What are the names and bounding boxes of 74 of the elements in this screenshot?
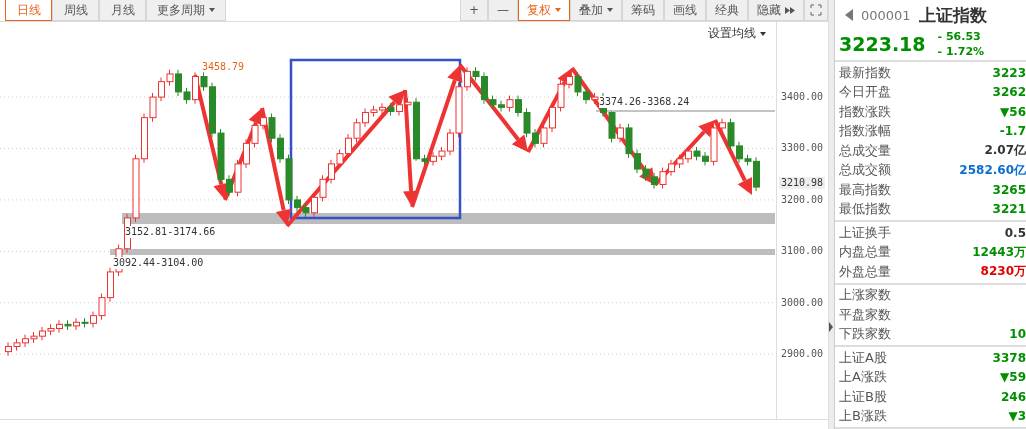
ma-settings-button[interactable]: 设置均线 — [708, 25, 766, 42]
quote-value: 2.07亿 — [984, 142, 1026, 160]
quote-value: 3265 — [992, 182, 1026, 197]
quote-label: 最新指数 — [839, 63, 891, 82]
quote-label: 下跌家数 — [839, 325, 891, 344]
quote-label: 指数涨跌 — [839, 102, 891, 121]
quote-label: 上A涨跌 — [839, 368, 887, 387]
quote-value: 3221 — [992, 202, 1026, 217]
quote-value: 12443万 — [972, 243, 1026, 261]
stock-code: 000001 — [861, 7, 911, 23]
toolbar-button[interactable]: + — [459, 0, 488, 21]
quote-value: 246 — [1000, 389, 1026, 404]
index-name: 上证指数 — [918, 3, 987, 27]
price-axis-label: 3400.00 — [781, 90, 824, 104]
quote-value: 3223 — [992, 65, 1026, 80]
quote-label: 总成交量 — [839, 141, 891, 160]
caret-icon — [607, 8, 613, 12]
toolbar-button[interactable]: 隐藏 — [748, 0, 804, 21]
period-tab[interactable]: 更多周期 — [146, 0, 226, 21]
toolbar-button[interactable]: 复权 — [518, 0, 570, 21]
quote-label: 最高指数 — [839, 180, 891, 199]
back-arrow-icon[interactable] — [845, 9, 853, 21]
price-range-label: 3092.44-3104.00 — [113, 257, 204, 270]
quote-value: ▼59 — [1000, 370, 1026, 385]
quote-value: 0.5 — [1004, 225, 1026, 240]
quote-value: ▼56 — [1000, 104, 1026, 119]
quote-label: 内盘总量 — [839, 243, 891, 262]
quote-label: 上涨家数 — [839, 286, 891, 305]
caret-icon — [555, 8, 561, 12]
candlestick — [73, 317, 80, 331]
high-price-label: 3458.79 — [202, 60, 245, 72]
caret-icon — [760, 31, 766, 36]
price-axis-label: 2900.00 — [781, 347, 824, 361]
price-axis-label: 3000.00 — [781, 295, 824, 309]
quote-label: 指数涨幅 — [839, 122, 891, 141]
quote-label: 上证换手 — [839, 223, 891, 242]
price-axis-label: 3200.00 — [781, 192, 824, 206]
quote-label: 今日开盘 — [839, 83, 891, 102]
price-change: - 56.53 — [937, 29, 982, 44]
caret-icon — [209, 8, 215, 12]
candlestick — [617, 123, 624, 143]
period-tab[interactable]: 周线 — [52, 0, 99, 21]
quote-label: 最低指数 — [839, 200, 891, 219]
quote-value: 10 — [1009, 327, 1026, 342]
quote-label: 上证B股 — [839, 387, 887, 406]
collapse-handle-icon[interactable] — [829, 322, 833, 332]
period-tab[interactable]: 月线 — [99, 0, 146, 21]
quote-label: 上B涨跌 — [839, 407, 887, 426]
toolbar-button[interactable]: — — [488, 0, 518, 21]
toolbar-button[interactable]: 叠加 — [570, 0, 622, 21]
quote-value: 3262 — [992, 85, 1026, 100]
quote-value: -1.7 — [999, 124, 1026, 139]
quote-label: 外盘总量 — [839, 262, 891, 281]
quote-value: 8230万 — [980, 263, 1026, 281]
current-price: 3223.18 — [839, 33, 926, 55]
fullscreen-icon — [810, 4, 822, 16]
quote-value: ▼3 — [1008, 409, 1026, 424]
quote-label: 上证A股 — [839, 348, 887, 367]
price-axis-label: 3100.00 — [781, 244, 824, 258]
last-price-label: 3210.98 — [779, 177, 826, 190]
double-arrow-icon — [785, 6, 795, 14]
price-range-label: 3152.81-3174.66 — [125, 226, 216, 239]
price-range-label: 3374.26-3368.24 — [599, 96, 690, 109]
toolbar-button[interactable]: 筹码 — [622, 0, 664, 21]
period-tab[interactable]: 日线 — [5, 0, 52, 21]
price-change-percent: - 1.72% — [937, 44, 985, 59]
toolbar-button[interactable]: 画线 — [664, 0, 706, 21]
toolbar-button[interactable]: 经典 — [706, 0, 748, 21]
quote-value: 3378 — [992, 350, 1026, 365]
price-axis-label: 3300.00 — [781, 141, 824, 155]
candlestick — [192, 71, 199, 105]
quote-value: 2582.60亿 — [959, 161, 1026, 179]
quote-label: 总成交额 — [839, 161, 891, 180]
quote-label: 平盘家数 — [839, 305, 891, 324]
